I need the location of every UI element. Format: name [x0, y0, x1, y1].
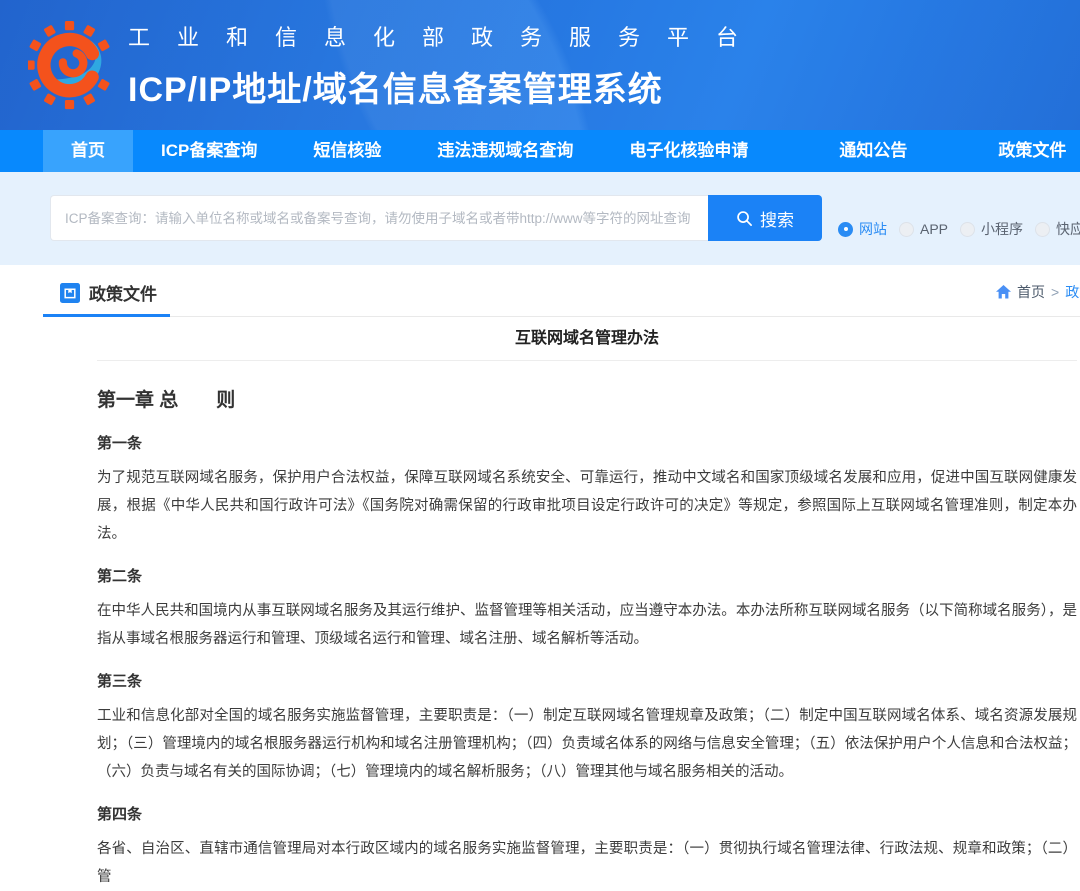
- section-tab-policy-files: 政策文件: [60, 280, 157, 305]
- nav-item-policy-files[interactable]: 政策文件: [970, 130, 1080, 172]
- nav-item-e-verify-apply[interactable]: 电子化核验申请: [601, 130, 776, 172]
- article-section-text: 在中华人民共和国境内从事互联网域名服务及其运行维护、监督管理等相关活动，应当遵守…: [97, 597, 1077, 653]
- nav-item-icp-query[interactable]: ICP备案查询: [133, 130, 285, 172]
- nav-item-home[interactable]: 首页: [43, 130, 133, 172]
- miit-gear-e-logo-icon: [28, 6, 110, 116]
- radio-website[interactable]: 网站: [838, 219, 887, 239]
- section-header-row: 政策文件 首页 > 政策文件: [0, 265, 1080, 317]
- search-type-radios: 网站 APP 小程序 快应用: [838, 219, 1080, 239]
- radio-dot-icon: [838, 222, 853, 237]
- home-icon: [996, 285, 1011, 299]
- nav-item-illegal-domain-query[interactable]: 违法违规域名查询: [409, 130, 601, 172]
- breadcrumb-current-link[interactable]: 政策文件: [1065, 282, 1080, 302]
- search-button-label: 搜索: [760, 206, 794, 231]
- article-section-heading: 第二条: [97, 563, 1077, 591]
- search-icon: [736, 210, 753, 227]
- radio-mini-program[interactable]: 小程序: [960, 219, 1023, 239]
- content-panel: 政策文件 首页 > 政策文件 互联网域名管理办法 第一章 总 则 第一条 为了规…: [0, 265, 1080, 753]
- search-section: 搜索 网站 APP 小程序 快应用: [0, 172, 1080, 265]
- article-section-heading: 第四条: [97, 801, 1077, 829]
- nav-item-notices[interactable]: 通知公告: [811, 130, 935, 172]
- section-divider: [43, 316, 1080, 317]
- section-tab-underline: [43, 314, 170, 317]
- site-header: 工业和信息化部政务服务平台 ICP/IP地址/域名信息备案管理系统: [0, 0, 1080, 130]
- breadcrumb-separator: >: [1051, 284, 1059, 300]
- search-button[interactable]: 搜索: [708, 195, 822, 241]
- article-section-heading: 第三条: [97, 668, 1077, 696]
- radio-dot-icon: [960, 222, 975, 237]
- policy-file-icon: [60, 283, 80, 303]
- nav-item-sms-verify[interactable]: 短信核验: [285, 130, 409, 172]
- page-title: ICP/IP地址/域名信息备案管理系统: [128, 62, 765, 111]
- article: 互联网域名管理办法 第一章 总 则 第一条 为了规范互联网域名服务，保护用户合法…: [97, 317, 1080, 891]
- breadcrumb: 首页 > 政策文件: [996, 282, 1080, 302]
- platform-name: 工业和信息化部政务服务平台: [128, 20, 765, 52]
- radio-app[interactable]: APP: [899, 221, 948, 237]
- search-input[interactable]: [50, 195, 708, 241]
- article-section-text: 为了规范互联网域名服务，保护用户合法权益，保障互联网域名系统安全、可靠运行，推动…: [97, 464, 1077, 548]
- radio-dot-icon: [1035, 222, 1050, 237]
- section-title: 政策文件: [89, 280, 157, 305]
- radio-dot-icon: [899, 222, 914, 237]
- main-nav: 首页 ICP备案查询 短信核验 违法违规域名查询 电子化核验申请 通知公告 政策…: [0, 130, 1080, 172]
- article-section-text: 工业和信息化部对全国的域名服务实施监督管理，主要职责是：（一）制定互联网域名管理…: [97, 702, 1077, 786]
- breadcrumb-home-link[interactable]: 首页: [1017, 282, 1045, 302]
- chapter-heading: 第一章 总 则: [97, 387, 1077, 415]
- article-title: 互联网域名管理办法: [97, 317, 1077, 361]
- radio-quick-app[interactable]: 快应用: [1035, 219, 1080, 239]
- article-section-heading: 第一条: [97, 430, 1077, 458]
- article-section-text: 各省、自治区、直辖市通信管理局对本行政区域内的域名服务实施监督管理，主要职责是：…: [97, 835, 1077, 891]
